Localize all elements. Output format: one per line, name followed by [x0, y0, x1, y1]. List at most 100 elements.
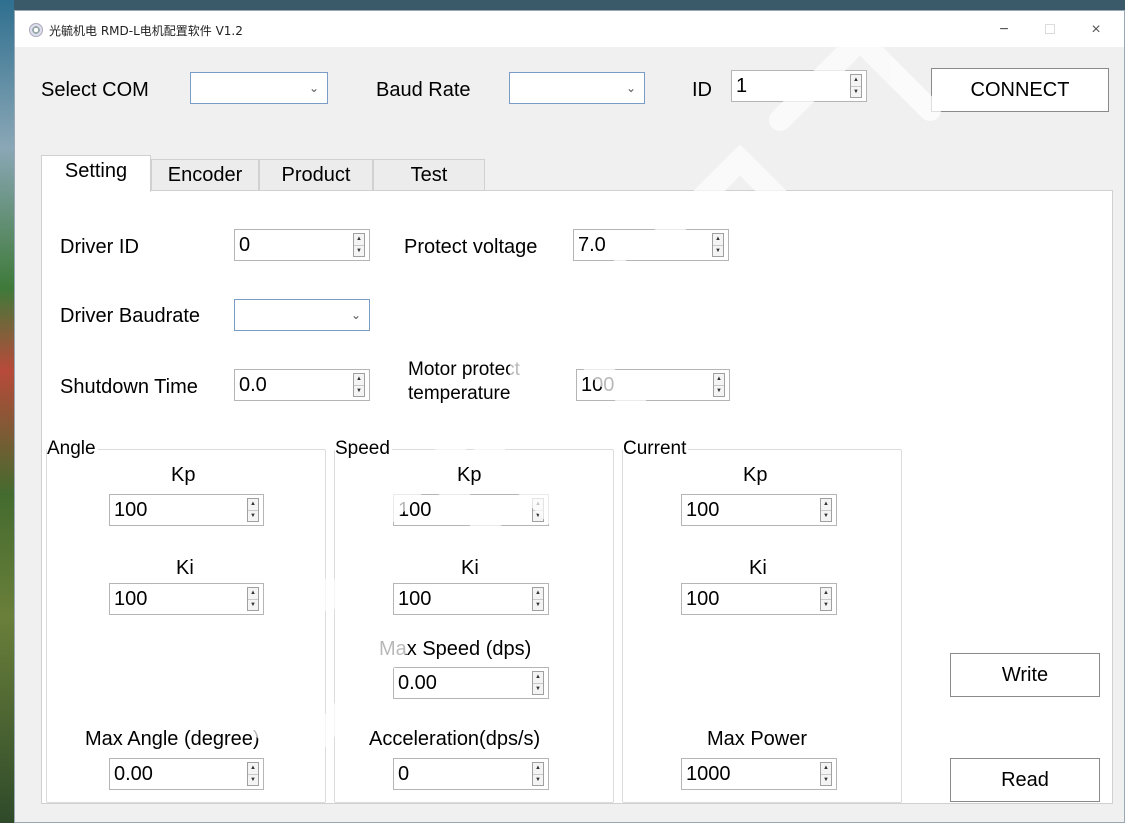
- shutdown-time-spinner[interactable]: 0.0 ▲ ▼: [234, 369, 370, 401]
- spin-down-icon[interactable]: ▼: [713, 245, 723, 257]
- spinner-arrows[interactable]: ▲ ▼: [353, 373, 365, 397]
- current-ki-spinner[interactable]: 100 ▲ ▼: [681, 583, 837, 615]
- spin-down-icon[interactable]: ▼: [533, 599, 543, 611]
- spinner-arrows[interactable]: ▲ ▼: [820, 762, 832, 786]
- baud-rate-label: Baud Rate: [376, 79, 471, 101]
- spin-up-icon[interactable]: ▲: [714, 374, 724, 385]
- max-speed-spinner[interactable]: 0.00 ▲ ▼: [393, 667, 549, 699]
- angle-kp-spinner[interactable]: 100 ▲ ▼: [109, 494, 264, 526]
- spin-down-icon[interactable]: ▼: [821, 774, 831, 786]
- speed-groupbox: Speed Kp 100 ▲ ▼ Ki 100 ▲ ▼ Max Speed (d…: [334, 438, 614, 803]
- spin-up-icon[interactable]: ▲: [354, 234, 364, 245]
- speed-ki-spinner[interactable]: 100 ▲ ▼: [393, 583, 549, 615]
- com-port-dropdown[interactable]: ⌄: [190, 72, 328, 104]
- maximize-button[interactable]: □: [1027, 17, 1073, 43]
- spin-up-icon[interactable]: ▲: [533, 763, 543, 774]
- spin-down-icon[interactable]: ▼: [248, 510, 258, 522]
- spin-down-icon[interactable]: ▼: [533, 510, 543, 522]
- spinner-arrows[interactable]: ▲ ▼: [247, 498, 259, 522]
- spinner-arrows[interactable]: ▲ ▼: [850, 74, 862, 98]
- spinner-arrows[interactable]: ▲ ▼: [532, 498, 544, 522]
- tab-encoder[interactable]: Encoder: [151, 159, 259, 191]
- driver-id-spinner[interactable]: 0 ▲ ▼: [234, 229, 370, 261]
- angle-ki-spinner[interactable]: 100 ▲ ▼: [109, 583, 264, 615]
- current-kp-label: Kp: [743, 464, 768, 486]
- spin-down-icon[interactable]: ▼: [248, 599, 258, 611]
- connect-button[interactable]: CONNECT: [931, 68, 1109, 112]
- spin-down-icon[interactable]: ▼: [248, 774, 258, 786]
- read-button[interactable]: Read: [950, 758, 1100, 802]
- spin-up-icon[interactable]: ▲: [354, 374, 364, 385]
- speed-kp-spinner[interactable]: 100 ▲ ▼: [393, 494, 549, 526]
- angle-group-title: Angle: [47, 438, 98, 460]
- spin-up-icon[interactable]: ▲: [248, 763, 258, 774]
- spin-up-icon[interactable]: ▲: [533, 588, 543, 599]
- spin-down-icon[interactable]: ▼: [821, 510, 831, 522]
- spin-up-icon[interactable]: ▲: [248, 499, 258, 510]
- spin-down-icon[interactable]: ▼: [714, 385, 724, 397]
- spin-up-icon[interactable]: ▲: [248, 588, 258, 599]
- spin-down-icon[interactable]: ▼: [851, 86, 861, 98]
- protect-voltage-value: 7.0: [578, 234, 606, 256]
- spinner-arrows[interactable]: ▲ ▼: [713, 373, 725, 397]
- current-kp-spinner[interactable]: 100 ▲ ▼: [681, 494, 837, 526]
- spin-up-icon[interactable]: ▲: [713, 234, 723, 245]
- desktop-background: [0, 0, 14, 823]
- protect-voltage-spinner[interactable]: 7.0 ▲ ▼: [573, 229, 729, 261]
- spin-up-icon[interactable]: ▲: [533, 499, 543, 510]
- spin-down-icon[interactable]: ▼: [354, 245, 364, 257]
- app-window: 光毓机电 RMD-L电机配置软件 V1.2 − □ × Select COM ⌄…: [14, 10, 1125, 823]
- max-speed-label: Max Speed (dps): [379, 638, 532, 660]
- spinner-arrows[interactable]: ▲ ▼: [532, 587, 544, 611]
- acceleration-label: Acceleration(dps/s): [369, 728, 541, 750]
- spin-down-icon[interactable]: ▼: [354, 385, 364, 397]
- spin-down-icon[interactable]: ▼: [821, 599, 831, 611]
- driver-baudrate-dropdown[interactable]: ⌄: [234, 299, 370, 331]
- spinner-arrows[interactable]: ▲ ▼: [712, 233, 724, 257]
- max-power-spinner[interactable]: 1000 ▲ ▼: [681, 758, 837, 790]
- current-kp-value: 100: [686, 499, 720, 521]
- spinner-arrows[interactable]: ▲ ▼: [353, 233, 365, 257]
- spinner-arrows[interactable]: ▲ ▼: [532, 671, 544, 695]
- acceleration-spinner[interactable]: 0 ▲ ▼: [393, 758, 549, 790]
- spin-down-icon[interactable]: ▼: [533, 774, 543, 786]
- spin-up-icon[interactable]: ▲: [821, 763, 831, 774]
- tab-product[interactable]: Product: [259, 159, 373, 191]
- minimize-button[interactable]: −: [981, 17, 1027, 43]
- spin-up-icon[interactable]: ▲: [851, 75, 861, 86]
- speed-group-title: Speed: [335, 438, 392, 460]
- max-angle-label: Max Angle (degree): [85, 728, 260, 750]
- max-angle-value: 0.00: [114, 763, 153, 785]
- current-group-title: Current: [623, 438, 689, 460]
- spinner-arrows[interactable]: ▲ ▼: [820, 498, 832, 522]
- write-button[interactable]: Write: [950, 653, 1100, 697]
- acceleration-value: 0: [398, 763, 410, 785]
- spinner-arrows[interactable]: ▲ ▼: [247, 762, 259, 786]
- select-com-label: Select COM: [41, 79, 149, 101]
- max-power-label: Max Power: [707, 728, 808, 750]
- spinner-arrows[interactable]: ▲ ▼: [820, 587, 832, 611]
- max-angle-spinner[interactable]: 0.00 ▲ ▼: [109, 758, 264, 790]
- connection-id-spinner[interactable]: 1 ▲ ▼: [731, 70, 867, 102]
- window-title: 光毓机电 RMD-L电机配置软件 V1.2: [49, 24, 243, 38]
- motor-protect-temp-spinner[interactable]: 100 ▲ ▼: [576, 369, 730, 401]
- shutdown-time-label: Shutdown Time: [60, 376, 198, 398]
- spin-up-icon[interactable]: ▲: [821, 588, 831, 599]
- spinner-arrows[interactable]: ▲ ▼: [532, 762, 544, 786]
- spinner-arrows[interactable]: ▲ ▼: [247, 587, 259, 611]
- spin-up-icon[interactable]: ▲: [821, 499, 831, 510]
- tab-test[interactable]: Test: [373, 159, 485, 191]
- title-bar: 光毓机电 RMD-L电机配置软件 V1.2 − □ ×: [15, 11, 1124, 47]
- speed-kp-value: 100: [398, 499, 432, 521]
- max-speed-value: 0.00: [398, 672, 437, 694]
- spin-down-icon[interactable]: ▼: [533, 683, 543, 695]
- angle-kp-value: 100: [114, 499, 148, 521]
- angle-ki-value: 100: [114, 588, 148, 610]
- chevron-down-icon: ⌄: [625, 81, 636, 95]
- spin-up-icon[interactable]: ▲: [533, 672, 543, 683]
- app-gear-icon: [29, 23, 43, 37]
- close-button[interactable]: ×: [1073, 17, 1119, 43]
- tab-setting[interactable]: Setting: [41, 155, 151, 192]
- driver-id-value: 0: [239, 234, 251, 256]
- baud-rate-dropdown[interactable]: ⌄: [509, 72, 645, 104]
